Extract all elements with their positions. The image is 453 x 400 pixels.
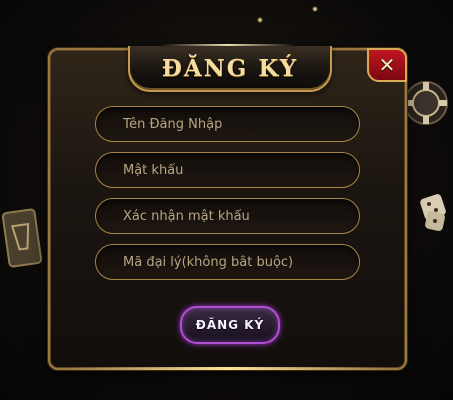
- username-field[interactable]: [95, 106, 360, 142]
- dice-icon: [420, 194, 446, 231]
- register-submit-label: ĐĂNG KÝ: [195, 318, 265, 332]
- sparkle-decoration: [257, 17, 263, 23]
- confirm-password-input[interactable]: [123, 208, 359, 224]
- register-submit-button[interactable]: ĐĂNG KÝ: [180, 306, 280, 344]
- register-dialog: ĐĂNG KÝ ✕ ĐĂNG KÝ: [48, 44, 407, 370]
- poker-chip-icon: [404, 81, 448, 125]
- password-field[interactable]: [95, 152, 360, 188]
- dialog-title: ĐĂNG KÝ: [161, 54, 299, 82]
- dialog-title-plate: ĐĂNG KÝ: [128, 46, 332, 92]
- close-button[interactable]: ✕: [367, 48, 407, 82]
- sparkle-decoration: [312, 6, 318, 12]
- agent-code-field[interactable]: [95, 244, 360, 280]
- agent-code-input[interactable]: [123, 254, 359, 270]
- password-input[interactable]: [123, 162, 359, 178]
- close-x-icon: ✕: [378, 53, 396, 77]
- card-stack-icon: [1, 208, 43, 268]
- username-input[interactable]: [123, 116, 359, 132]
- confirm-password-field[interactable]: [95, 198, 360, 234]
